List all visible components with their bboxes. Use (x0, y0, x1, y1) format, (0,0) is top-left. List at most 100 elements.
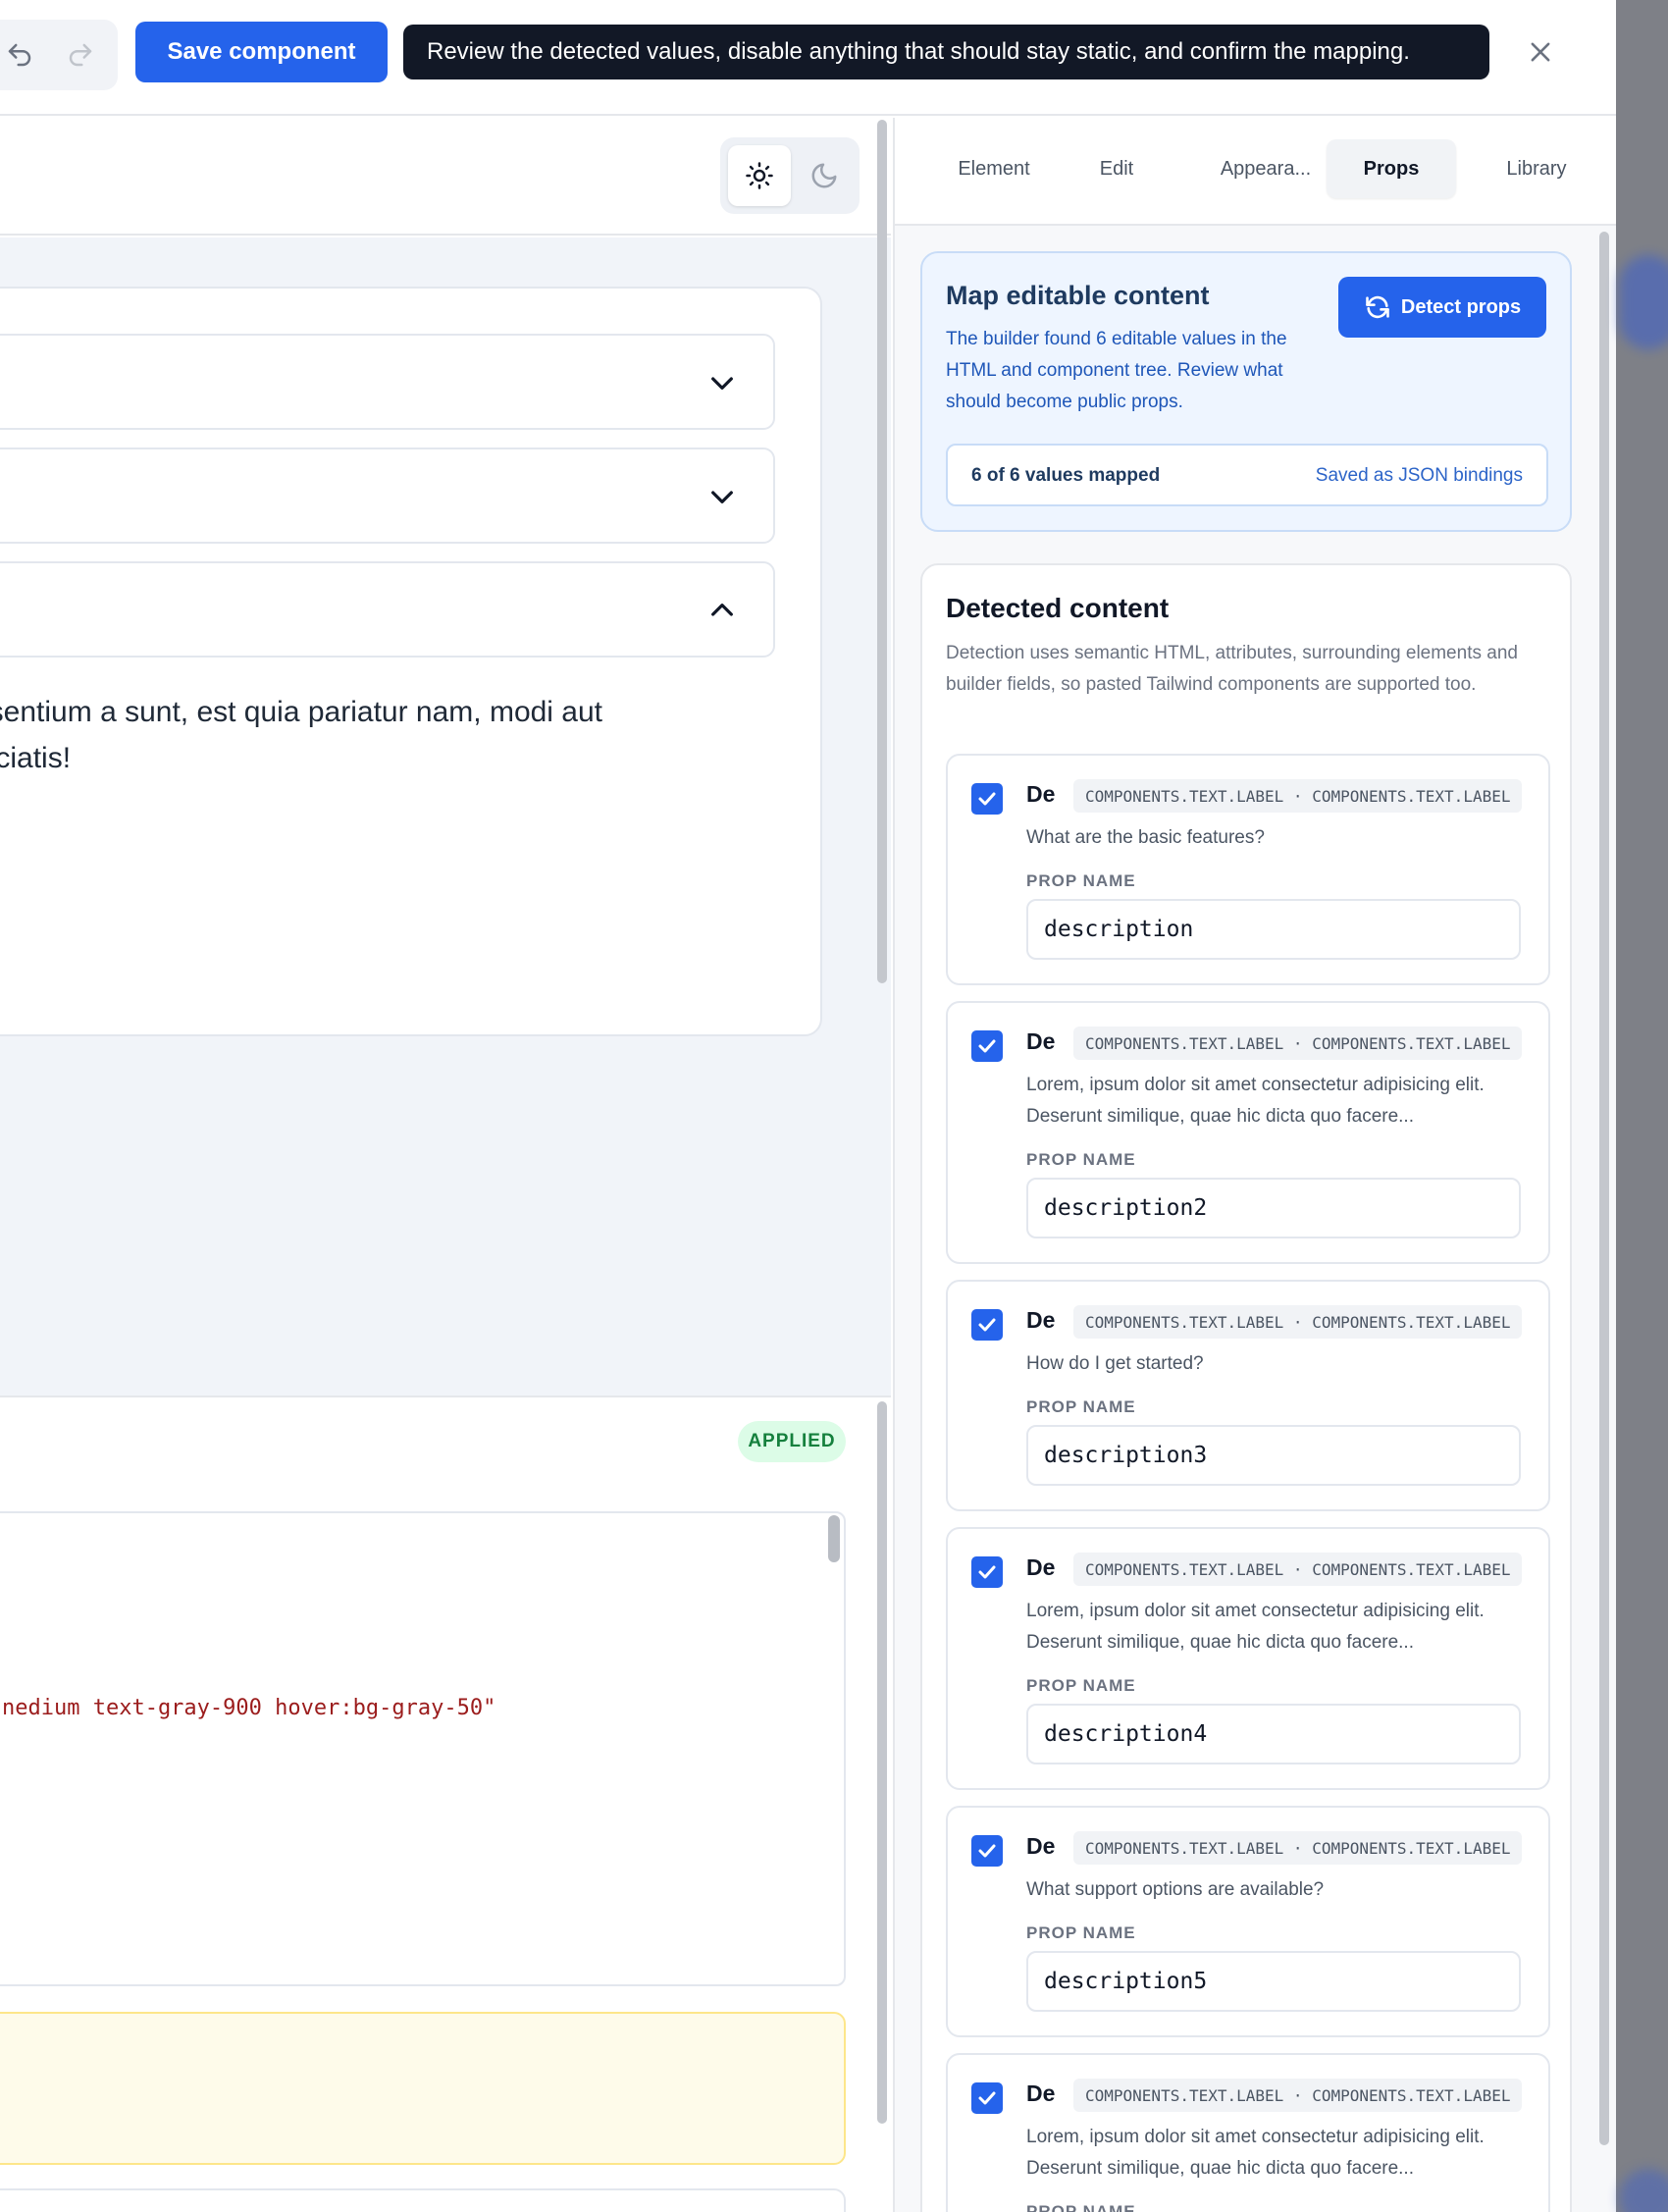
preview-scrollbar[interactable] (877, 120, 887, 983)
item-path: COMPONENTS.TEXT.LABEL · COMPONENTS.TEXT.… (1073, 1831, 1523, 1865)
close-icon (1531, 42, 1550, 62)
top-toolbar: Save component Review the detected value… (0, 0, 1616, 116)
builder-window: Save component Review the detected value… (0, 0, 1616, 2212)
chevron-down-icon (711, 491, 733, 503)
item-tag: De (1026, 1554, 1056, 1580)
detected-content-card: Detected content Detection uses semantic… (920, 563, 1572, 2212)
include-checkbox[interactable] (971, 1835, 1003, 1867)
prop-name-label: PROP NAME (1026, 1923, 1136, 1942)
undo-button[interactable] (0, 31, 43, 79)
item-value: Lorem, ipsum dolor sit amet consectetur … (1026, 1601, 1485, 1653)
save-component-button[interactable]: Save component (135, 22, 388, 82)
tab-element[interactable]: Element (930, 139, 1058, 198)
detected-title: Detected content (946, 593, 1170, 623)
undo-icon (8, 43, 31, 67)
detect-props-button[interactable]: Detect props (1338, 277, 1546, 338)
item-path: COMPONENTS.TEXT.LABEL · COMPONENTS.TEXT.… (1073, 779, 1523, 813)
include-checkbox[interactable] (971, 2082, 1003, 2114)
map-title: Map editable content (946, 281, 1210, 310)
preview-canvas: esentium a sunt, est quia pariatur nam, … (0, 237, 891, 1513)
accordion-item-open[interactable] (0, 561, 775, 658)
detect-props-label: Detect props (1400, 295, 1522, 318)
redo-icon (69, 43, 92, 67)
item-tag: De (1026, 1833, 1056, 1859)
background-element (1619, 255, 1668, 349)
code-pane: APPLIED nedium text-gray-900 hover:bg-gr… (0, 1396, 891, 2212)
check-icon (978, 2091, 996, 2105)
code-line: nedium text-gray-900 hover:bg-gray-50" (2, 1696, 496, 1720)
bottom-panel (0, 2188, 846, 2212)
item-value: What are the basic features? (1026, 827, 1265, 848)
check-icon (978, 1039, 996, 1053)
item-tag: De (1026, 2080, 1056, 2106)
accordion-item[interactable] (0, 448, 775, 544)
accordion-item[interactable] (0, 334, 775, 430)
prop-name-label: PROP NAME (1026, 1397, 1136, 1416)
item-value: Lorem, ipsum dolor sit amet consectetur … (1026, 2127, 1485, 2179)
history-controls (0, 20, 118, 90)
prop-name-input[interactable]: description3 (1026, 1425, 1521, 1486)
prop-name-input[interactable]: description4 (1026, 1704, 1521, 1764)
tab-appearance[interactable]: Appeara... (1187, 139, 1344, 198)
redo-button[interactable] (57, 31, 104, 79)
detected-item: De COMPONENTS.TEXT.LABEL · COMPONENTS.TE… (946, 754, 1550, 985)
tab-edit[interactable]: Edit (1068, 139, 1166, 198)
prop-name-label: PROP NAME (1026, 1676, 1136, 1695)
inspector-scrollbar[interactable] (1599, 232, 1609, 2145)
check-icon (978, 792, 996, 806)
mapped-count: 6 of 6 values mapped (971, 465, 1161, 486)
light-mode-button[interactable] (728, 145, 791, 206)
check-icon (978, 1565, 996, 1579)
accordion-answer-text: esentium a sunt, est quia pariatur nam, … (0, 696, 603, 774)
include-checkbox[interactable] (971, 1030, 1003, 1062)
detected-item: De COMPONENTS.TEXT.LABEL · COMPONENTS.TE… (946, 1806, 1550, 2037)
prop-name-input[interactable]: description (1026, 899, 1521, 960)
saved-as-label: Saved as JSON bindings (1315, 465, 1523, 486)
code-editor-scrollbar[interactable] (828, 1515, 840, 1562)
check-icon (978, 1844, 996, 1858)
inspector-tabs: Element Edit Appeara... Props Library (895, 118, 1616, 226)
prop-name-label: PROP NAME (1026, 1150, 1136, 1169)
map-description: The builder found 6 editable values in t… (946, 329, 1287, 412)
item-value: What support options are available? (1026, 1879, 1325, 1900)
item-value: Lorem, ipsum dolor sit amet consectetur … (1026, 1075, 1485, 1127)
theme-toggle (720, 137, 860, 214)
detected-item: De COMPONENTS.TEXT.LABEL · COMPONENTS.TE… (946, 1527, 1550, 1790)
check-icon (978, 1318, 996, 1332)
guidance-banner: Review the detected values, disable anyt… (403, 25, 1489, 79)
faq-preview-card: esentium a sunt, est quia pariatur nam, … (0, 287, 822, 1036)
prop-name-label: PROP NAME (1026, 871, 1136, 890)
tab-props[interactable]: Props (1327, 139, 1456, 198)
prop-name-input[interactable]: description2 (1026, 1178, 1521, 1238)
include-checkbox[interactable] (971, 783, 1003, 815)
notice-box (0, 2012, 846, 2165)
prop-name-input[interactable]: description5 (1026, 1951, 1521, 2012)
detected-description: Detection uses semantic HTML, attributes… (946, 643, 1518, 695)
include-checkbox[interactable] (971, 1556, 1003, 1588)
code-editor[interactable]: nedium text-gray-900 hover:bg-gray-50" (0, 1511, 846, 1986)
dark-mode-button[interactable] (795, 145, 854, 206)
tab-library[interactable]: Library (1472, 139, 1601, 198)
prop-name-label: PROP NAME (1026, 2202, 1136, 2212)
item-tag: De (1026, 781, 1056, 807)
item-value: How do I get started? (1026, 1353, 1204, 1374)
refresh-icon (1366, 295, 1389, 319)
code-pane-scrollbar[interactable] (877, 1401, 887, 2124)
mapping-status-bar: 6 of 6 values mapped Saved as JSON bindi… (946, 444, 1548, 506)
item-path: COMPONENTS.TEXT.LABEL · COMPONENTS.TEXT.… (1073, 1027, 1523, 1060)
item-tag: De (1026, 1028, 1056, 1054)
inspector-panel: Element Edit Appeara... Props Library Ma… (893, 118, 1616, 2212)
item-tag: De (1026, 1307, 1056, 1333)
include-checkbox[interactable] (971, 1309, 1003, 1341)
detected-item: De COMPONENTS.TEXT.LABEL · COMPONENTS.TE… (946, 2053, 1550, 2212)
background-element (1619, 2169, 1668, 2212)
moon-icon (811, 163, 837, 188)
sun-icon (746, 162, 773, 189)
close-button[interactable] (1521, 29, 1560, 75)
preview-toolbar (0, 118, 891, 236)
applied-badge: APPLIED (738, 1421, 846, 1462)
item-path: COMPONENTS.TEXT.LABEL · COMPONENTS.TEXT.… (1073, 1553, 1523, 1586)
chevron-down-icon (711, 377, 733, 390)
item-path: COMPONENTS.TEXT.LABEL · COMPONENTS.TEXT.… (1073, 2079, 1523, 2112)
chevron-up-icon (711, 604, 733, 616)
